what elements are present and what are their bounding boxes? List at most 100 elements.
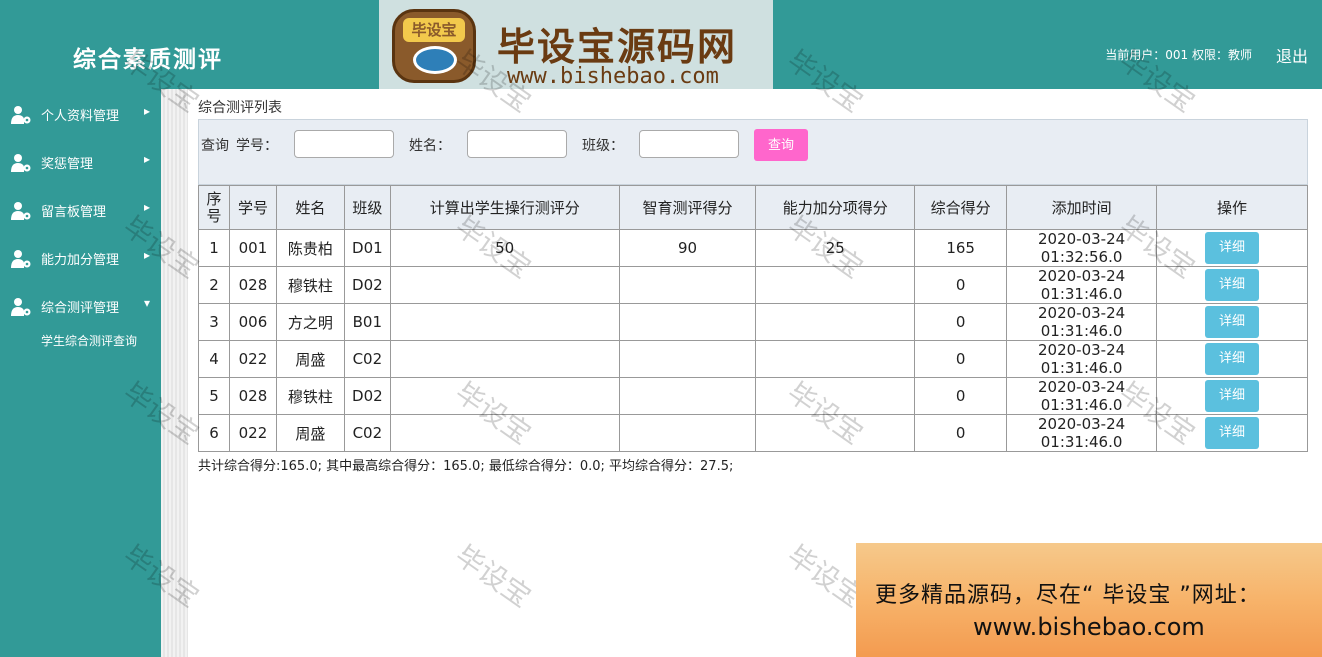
column-header: 计算出学生操行测评分 (389, 185, 620, 230)
sidebar-item-ability-points[interactable]: 能力加分管理 ▸ (0, 243, 161, 273)
row-index: 2 (198, 266, 230, 304)
chevron-right-icon: ▸ (144, 104, 151, 118)
added-date: 2020-03-24 (1037, 267, 1126, 285)
ability-score-cell (755, 414, 916, 452)
student-name-cell: 穆铁柱 (275, 377, 345, 415)
conduct-score-cell (389, 377, 620, 415)
total-score-cell: 0 (914, 414, 1008, 452)
name-label: 姓名： (409, 138, 451, 154)
mascot-logo-icon: 毕设宝 (392, 9, 476, 83)
class-input[interactable] (639, 130, 739, 158)
sidebar-item-label: 留言板管理 (41, 205, 107, 220)
added-date: 2020-03-24 (1037, 341, 1126, 359)
ability-score-cell: 25 (755, 229, 916, 267)
conduct-score-cell (389, 340, 620, 378)
added-clock: 01:31:46.0 (1040, 322, 1123, 340)
class-cell: C02 (343, 340, 391, 378)
added-time-cell: 2020-03-24 01:31:46.0 (1006, 414, 1158, 452)
row-index: 4 (198, 340, 230, 378)
detail-button[interactable]: 详细 (1205, 343, 1260, 375)
logout-link[interactable]: 退出 (1276, 43, 1308, 67)
student-id-cell: 022 (228, 340, 277, 378)
app-title: 综合素质测评 (73, 46, 223, 73)
action-cell: 详细 (1156, 266, 1308, 304)
score-summary: 共计综合得分:165.0; 其中最高综合得分：165.0; 最低综合得分：0.0… (198, 459, 734, 474)
sidebar: 个人资料管理 ▸ 奖惩管理 ▸ 留言板管理 ▸ 能力加分管理 ▸ 综合测评管理 … (0, 89, 161, 657)
sidebar-item-profile[interactable]: 个人资料管理 ▸ (0, 99, 161, 129)
user-gear-icon (11, 106, 31, 124)
table-row: 2 028 穆铁柱 D02 0 2020-03-24 01:31:46.0 详细 (198, 266, 1308, 304)
conduct-score-cell (389, 414, 620, 452)
student-name-cell: 陈贵柏 (275, 229, 345, 267)
column-header: 学号 (228, 185, 277, 230)
added-clock: 01:31:46.0 (1040, 396, 1123, 414)
class-cell: B01 (343, 303, 391, 341)
conduct-score-cell: 50 (389, 229, 620, 267)
logo-badge: 毕设宝 (403, 18, 465, 42)
student-name-cell: 穆铁柱 (275, 266, 345, 304)
page-title: 综合测评列表 (198, 100, 282, 116)
action-cell: 详细 (1156, 414, 1308, 452)
table-row: 4 022 周盛 C02 0 2020-03-24 01:31:46.0 详细 (198, 340, 1308, 378)
detail-button[interactable]: 详细 (1205, 306, 1260, 338)
detail-button[interactable]: 详细 (1205, 269, 1260, 301)
row-index: 5 (198, 377, 230, 415)
added-clock: 01:31:46.0 (1040, 359, 1123, 377)
ability-score-cell (755, 266, 916, 304)
ability-score-cell (755, 303, 916, 341)
class-cell: C02 (343, 414, 391, 452)
class-cell: D01 (343, 229, 391, 267)
row-index: 6 (198, 414, 230, 452)
sidebar-item-rewards[interactable]: 奖惩管理 ▸ (0, 147, 161, 177)
student-id-cell: 001 (228, 229, 277, 267)
added-time-cell: 2020-03-24 01:31:46.0 (1006, 340, 1158, 378)
added-time-cell: 2020-03-24 01:31:46.0 (1006, 303, 1158, 341)
student-id-input[interactable] (294, 130, 394, 158)
intellectual-score-cell (618, 266, 757, 304)
promo-text: 更多精品源码，尽在“ 毕设宝 ”网址： (875, 583, 1261, 608)
total-score-cell: 0 (914, 340, 1008, 378)
chevron-right-icon: ▸ (144, 248, 151, 262)
user-gear-icon (11, 202, 31, 220)
action-cell: 详细 (1156, 340, 1308, 378)
evaluation-table: 序号 学号 姓名 班级 计算出学生操行测评分 智育测评得分 能力加分项得分 综合… (198, 185, 1308, 452)
class-label: 班级： (582, 138, 624, 154)
student-id-cell: 028 (228, 377, 277, 415)
student-id-cell: 028 (228, 266, 277, 304)
student-id-cell: 006 (228, 303, 277, 341)
detail-button[interactable]: 详细 (1205, 417, 1260, 449)
column-header: 操作 (1156, 185, 1308, 230)
user-gear-icon (11, 298, 31, 316)
promo-banner[interactable]: 更多精品源码，尽在“ 毕设宝 ”网址： www.bishebao.com (856, 543, 1322, 657)
sidebar-item-evaluation[interactable]: 综合测评管理 ▾ (0, 291, 161, 321)
column-header: 能力加分项得分 (755, 185, 916, 230)
student-id-label: 学号： (236, 138, 278, 154)
detail-button[interactable]: 详细 (1205, 380, 1260, 412)
content-left-stripe (161, 89, 188, 657)
sidebar-item-label: 综合测评管理 (41, 301, 120, 316)
class-cell: D02 (343, 377, 391, 415)
query-label: 查询 (201, 138, 229, 154)
added-time-cell: 2020-03-24 01:32:56.0 (1006, 229, 1158, 267)
conduct-score-cell (389, 303, 620, 341)
intellectual-score-cell (618, 377, 757, 415)
added-date: 2020-03-24 (1037, 230, 1126, 248)
promo-url: www.bishebao.com (973, 613, 1205, 641)
sidebar-item-messageboard[interactable]: 留言板管理 ▸ (0, 195, 161, 225)
total-score-cell: 0 (914, 377, 1008, 415)
total-score-cell: 165 (914, 229, 1008, 267)
intellectual-score-cell: 90 (618, 229, 757, 267)
sidebar-subitem-student-evaluation-query[interactable]: 学生综合测评查询 (41, 332, 137, 349)
intellectual-score-cell (618, 340, 757, 378)
current-user-info: 当前用户：001 权限：教师 (1105, 48, 1252, 62)
search-button[interactable]: 查询 (754, 129, 808, 161)
table-row: 1 001 陈贵柏 D01 50 90 25 165 2020-03-24 01:32:56.0 详… (198, 229, 1308, 267)
name-input[interactable] (467, 130, 567, 158)
ability-score-cell (755, 340, 916, 378)
total-score-cell: 0 (914, 266, 1008, 304)
added-date: 2020-03-24 (1037, 304, 1126, 322)
added-time-cell: 2020-03-24 01:31:46.0 (1006, 377, 1158, 415)
chevron-right-icon: ▸ (144, 200, 151, 214)
column-header: 添加时间 (1006, 185, 1158, 230)
detail-button[interactable]: 详细 (1205, 232, 1260, 264)
